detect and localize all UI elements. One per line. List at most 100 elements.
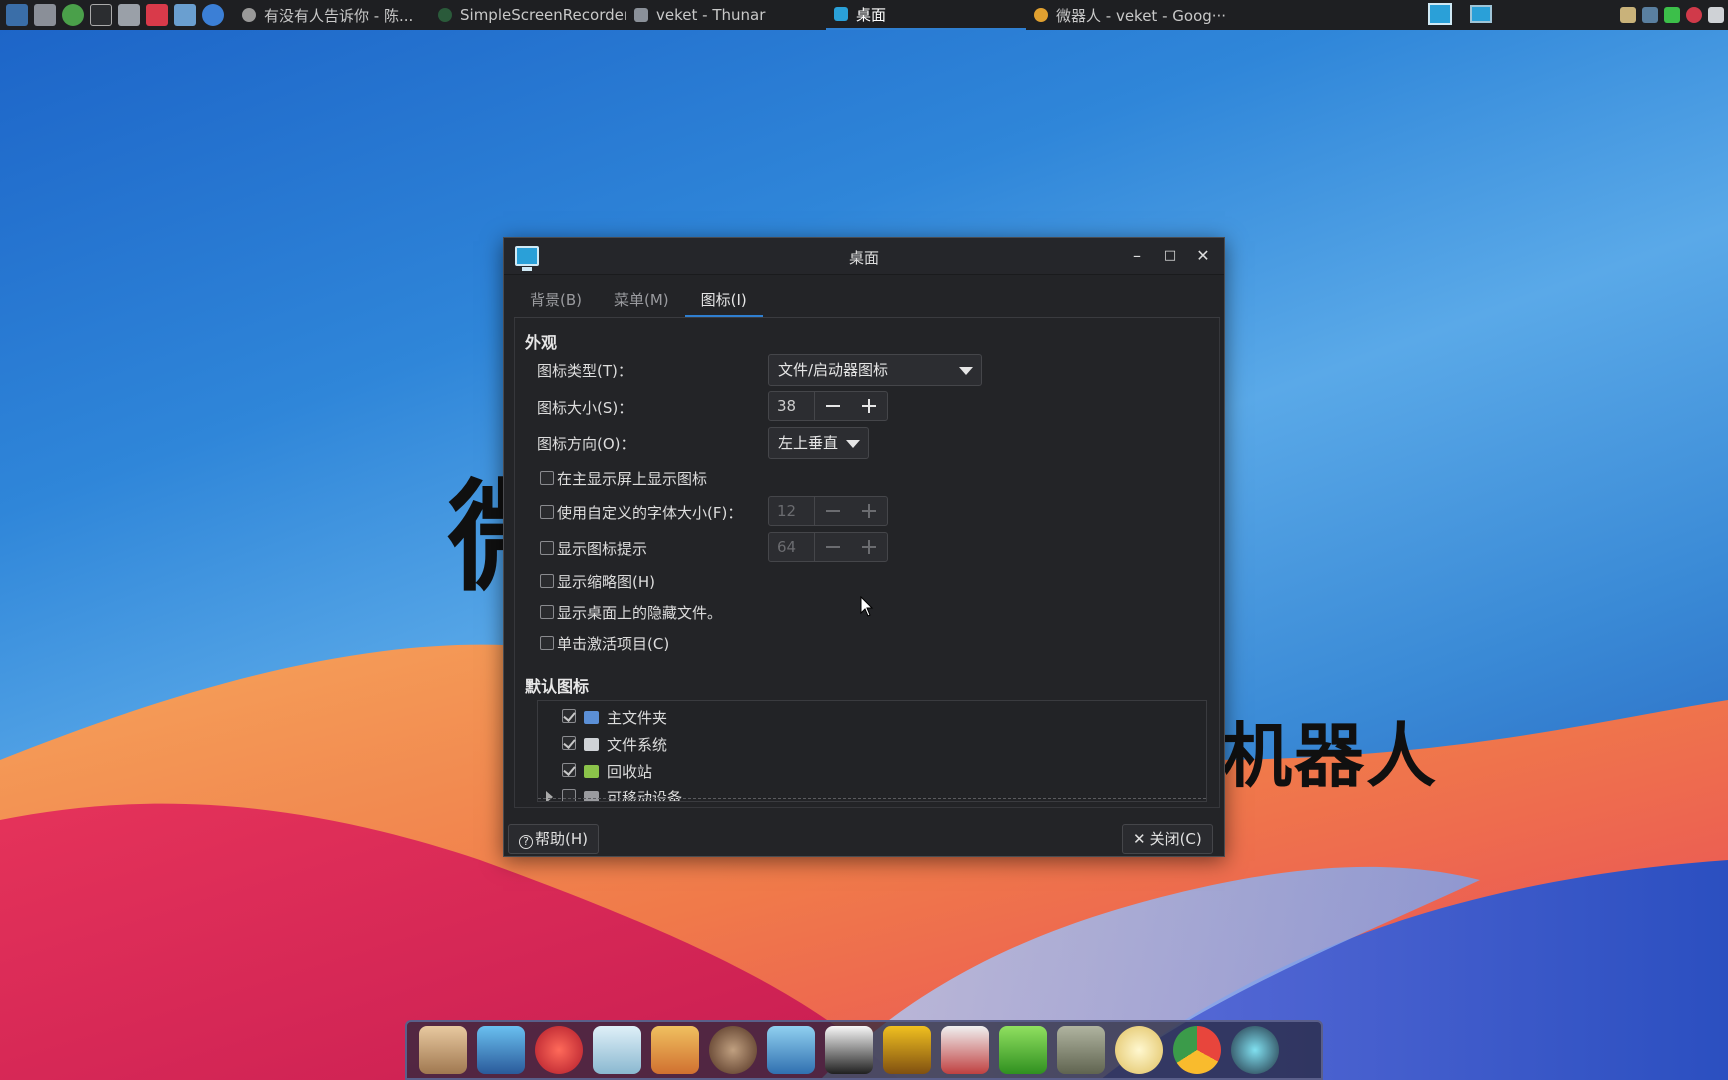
- brightness-app-icon[interactable]: [1115, 1026, 1163, 1074]
- removable-devices-checkbox[interactable]: [562, 789, 576, 801]
- settings-gear-icon[interactable]: [34, 4, 56, 26]
- globe-app-icon[interactable]: [1231, 1026, 1279, 1074]
- chevron-down-icon: [959, 367, 973, 375]
- files-app-icon[interactable]: [419, 1026, 467, 1074]
- chrome-app-icon[interactable]: [1173, 1026, 1221, 1074]
- minimize-button[interactable]: –: [1125, 244, 1149, 268]
- maximize-button[interactable]: □: [1158, 244, 1182, 268]
- mouse-cursor-icon: [860, 596, 874, 617]
- tab-menus[interactable]: 菜单(M): [598, 284, 685, 317]
- help-button[interactable]: ? 帮助(H): [508, 824, 599, 854]
- home-folder-checkbox[interactable]: [562, 709, 576, 723]
- desktop-settings-icon: [834, 7, 848, 21]
- desktop-settings-dialog: 桌面 – □ ✕ 背景(B) 菜单(M) 图标(I) 外观 图标类型(T)： 文…: [503, 237, 1225, 857]
- workspace-2-icon[interactable]: [1470, 5, 1492, 23]
- decrement-button: [815, 497, 851, 525]
- expand-arrow-icon[interactable]: [546, 791, 553, 801]
- media-app-icon[interactable]: [709, 1026, 757, 1074]
- clipboard-icon[interactable]: [1620, 7, 1636, 23]
- dialog-title: 桌面: [848, 249, 879, 267]
- book-app-icon[interactable]: [883, 1026, 931, 1074]
- help-icon: ?: [519, 835, 533, 849]
- keyboard-icon[interactable]: [1708, 7, 1724, 23]
- close-button[interactable]: ✕ 关闭(C): [1122, 824, 1213, 854]
- custom-font-size-checkbox[interactable]: [540, 505, 554, 519]
- network-icon[interactable]: [174, 4, 196, 26]
- show-on-primary-checkbox[interactable]: [540, 471, 554, 485]
- show-thumbnails-checkbox[interactable]: [540, 574, 554, 588]
- pet-app-icon[interactable]: [535, 1026, 583, 1074]
- workspace-1-icon[interactable]: [1428, 3, 1452, 25]
- increment-button: [851, 533, 887, 561]
- task-chrome[interactable]: 微器人 - veket - Goog···: [1026, 0, 1236, 30]
- trash-checkbox[interactable]: [562, 763, 576, 777]
- desktop-overlay-text-right: 机器人: [1222, 715, 1438, 797]
- system-tray: [1620, 0, 1728, 30]
- drive-icon: [584, 738, 599, 751]
- printer-icon[interactable]: [118, 4, 140, 26]
- icon-orientation-select[interactable]: 左上垂直: [768, 427, 869, 459]
- network-tray-icon[interactable]: [1642, 7, 1658, 23]
- default-icons-section-title: 默认图标: [525, 677, 590, 696]
- home-folder-icon: [584, 711, 599, 724]
- custom-font-size-label[interactable]: 使用自定义的字体大小(F)：: [557, 502, 742, 523]
- single-click-label[interactable]: 单击激活项目(C): [557, 633, 669, 654]
- list-item-label: 主文件夹: [607, 709, 668, 727]
- single-click-checkbox[interactable]: [540, 636, 554, 650]
- icon-size-input[interactable]: 38: [769, 392, 815, 420]
- trash-icon: [584, 765, 599, 778]
- tab-background[interactable]: 背景(B): [514, 284, 598, 317]
- task-label: 桌面: [856, 5, 887, 24]
- task-desktop[interactable]: 桌面: [826, 0, 1026, 30]
- chrome-icon: [1034, 8, 1048, 22]
- show-tooltips-label[interactable]: 显示图标提示: [557, 538, 647, 559]
- task-label: 微器人 - veket - Goog···: [1056, 6, 1227, 25]
- show-on-primary-label[interactable]: 在主显示屏上显示图标: [557, 468, 707, 489]
- icon-orientation-value: 左上垂直: [778, 434, 839, 452]
- play-icon[interactable]: [62, 4, 84, 26]
- task-label: veket - Thunar: [656, 6, 766, 24]
- qq-penguin-icon[interactable]: [825, 1026, 873, 1074]
- system-monitor-icon[interactable]: [6, 4, 28, 26]
- list-item-label: 可移动设备: [607, 789, 683, 802]
- music-icon: [242, 8, 256, 22]
- task-screen-recorder[interactable]: SimpleScreenRecorder: [430, 0, 626, 30]
- battery-icon[interactable]: [1664, 7, 1680, 23]
- show-thumbnails-label[interactable]: 显示缩略图(H): [557, 571, 655, 592]
- increment-button[interactable]: [851, 392, 887, 420]
- help-app-icon[interactable]: [999, 1026, 1047, 1074]
- notes-app-icon[interactable]: [593, 1026, 641, 1074]
- task-thunar[interactable]: veket - Thunar: [626, 0, 826, 30]
- list-item[interactable]: 回收站: [538, 759, 1206, 783]
- list-item[interactable]: 可移动设备: [538, 785, 1206, 802]
- list-item[interactable]: 文件系统: [538, 732, 1206, 756]
- icon-type-select[interactable]: 文件/启动器图标: [768, 354, 982, 386]
- show-tooltips-checkbox[interactable]: [540, 541, 554, 555]
- heart-icon[interactable]: [146, 4, 168, 26]
- icon-type-value: 文件/启动器图标: [778, 361, 889, 379]
- close-window-button[interactable]: ✕: [1191, 244, 1215, 268]
- task-music-player[interactable]: 有没有人告诉你 - 陈...: [234, 0, 430, 30]
- monitor-app-icon[interactable]: [477, 1026, 525, 1074]
- drive-app-icon[interactable]: [1057, 1026, 1105, 1074]
- record-icon[interactable]: [1686, 7, 1702, 23]
- recorder-icon: [438, 8, 452, 22]
- terminal-icon[interactable]: [90, 4, 112, 26]
- chart-app-icon[interactable]: [941, 1026, 989, 1074]
- decrement-button[interactable]: [815, 392, 851, 420]
- list-item[interactable]: 主文件夹: [538, 705, 1206, 729]
- top-panel: 有没有人告诉你 - 陈... SimpleScreenRecorder veke…: [0, 0, 1728, 30]
- list-item-label: 回收站: [607, 763, 653, 781]
- users-app-icon[interactable]: [767, 1026, 815, 1074]
- show-hidden-label[interactable]: 显示桌面上的隐藏文件。: [557, 602, 722, 623]
- tab-icons[interactable]: 图标(I): [684, 284, 763, 317]
- show-hidden-checkbox[interactable]: [540, 605, 554, 619]
- list-item-label: 文件系统: [607, 736, 668, 754]
- icon-orientation-label: 图标方向(O)：: [537, 435, 636, 453]
- close-button-label: 关闭(C): [1149, 830, 1202, 848]
- dialog-titlebar[interactable]: 桌面 – □ ✕: [504, 238, 1224, 275]
- close-icon: ✕: [1133, 830, 1146, 848]
- filesystem-checkbox[interactable]: [562, 736, 576, 750]
- browser-icon[interactable]: [202, 4, 224, 26]
- paint-app-icon[interactable]: [651, 1026, 699, 1074]
